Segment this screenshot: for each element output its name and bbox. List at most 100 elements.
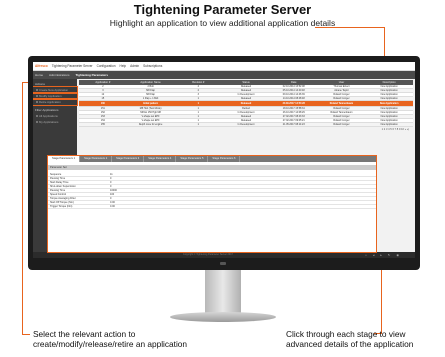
parameter-name: Pausing Time <box>50 189 66 192</box>
caption-left: Select the relevant action to create/mod… <box>33 329 187 349</box>
table-cell: Roland Tannenbaum <box>329 102 354 105</box>
tab-home[interactable]: Home <box>35 73 43 77</box>
table-cell: Released <box>240 119 252 122</box>
forward-icon[interactable]: ▸ <box>380 253 388 257</box>
table-cell: New Application <box>380 93 398 96</box>
table-cell: V-shape set EPF <box>141 115 160 118</box>
monitor-stand-base <box>170 312 276 322</box>
table-cell: New Application <box>380 107 398 110</box>
radio-icon <box>36 115 38 117</box>
table-cell: New Application <box>380 119 398 122</box>
parameter-value: 100 <box>110 193 115 196</box>
table-cell: 1 <box>197 97 199 100</box>
table-cell: Released <box>240 85 252 88</box>
caption-right: Click through each stage to view advance… <box>286 329 413 349</box>
tab-tightening-parameters[interactable]: Tightening Parameters <box>76 73 108 77</box>
table-cell: Roland Conger <box>333 123 350 126</box>
tab-stage-4[interactable]: Stage Parameters 4 <box>144 156 177 162</box>
table-cell: New Application <box>380 123 398 126</box>
table-cell: 153 <box>100 115 105 118</box>
table-cell: Depth cone for engine <box>138 123 163 126</box>
table-cell: 1 <box>197 115 199 118</box>
table-cell: M8 Flap <box>146 93 155 96</box>
table-cell: 1 <box>197 102 199 105</box>
table-cell: 12 <box>101 93 105 96</box>
table-cell: In Development <box>237 123 255 126</box>
tab-stage-5[interactable]: Stage Parameters 5 <box>176 156 209 162</box>
edit-icon <box>36 95 38 97</box>
parameter-name: Sequence <box>50 173 62 176</box>
grid-pager[interactable]: 1 2 3 4 5 6 7 8 9 10 » »| <box>79 127 413 132</box>
table-cell: 05.10.2014 14:40:48 <box>282 89 305 92</box>
sidebar-action-label: Create New Application <box>39 88 69 92</box>
table-cell: M8 Hub (Test Mode) <box>139 107 162 110</box>
table-cell: Initial pattern <box>143 102 159 105</box>
menu-item-admin[interactable]: Admin <box>130 64 139 68</box>
parameter-name: Shut-down Supervision <box>50 185 76 188</box>
table-cell: 152 <box>100 111 105 114</box>
grid-body: 2 2 Bolt 4 Released 02.10.2014 13:52:08 Thoma… <box>79 85 413 127</box>
caption-right-line: Click through each stage to view <box>286 329 406 339</box>
menu-item-configuration[interactable]: Configuration <box>97 64 116 68</box>
tab-stage-3[interactable]: Stage Parameters 3 <box>112 156 145 162</box>
parameter-value: 0.00 <box>110 205 115 208</box>
table-cell: New Application <box>380 85 398 88</box>
table-cell: 2 <box>102 85 104 88</box>
table-cell: 1 <box>197 123 199 126</box>
parameter-value: 0 <box>110 177 112 180</box>
table-cell: Roland Conger <box>333 107 350 110</box>
parameter-value: 0 <box>110 185 112 188</box>
table-cell: 151 <box>100 107 105 110</box>
table-cell: 26.10.2017 14:08:29 <box>282 111 305 114</box>
sidebar-action-label: Retire Application <box>39 100 61 104</box>
user-icon[interactable]: ◉ <box>396 253 405 257</box>
application-grid: Application # Application Name Revision … <box>79 80 413 132</box>
table-cell: M8 Flap <box>146 89 155 92</box>
table-cell: New Application <box>380 111 398 114</box>
callout-line-left-foot <box>22 334 30 335</box>
tab-stage-2[interactable]: Stage Parameters 2 <box>80 156 113 162</box>
menu-item-help[interactable]: Help <box>120 64 127 68</box>
table-cell: In Development <box>237 93 255 96</box>
parameter-name: Start Off Torque (Nm) <box>50 201 74 204</box>
table-cell: 02.10.2014 13:52:08 <box>282 85 305 88</box>
sidebar-filter-mine[interactable]: My Applications <box>33 119 77 125</box>
table-cell: 1 <box>197 111 199 114</box>
tab-stage-1[interactable]: Stage Parameters 1 <box>48 156 81 162</box>
table-cell: 1 <box>197 107 199 110</box>
table-cell: 27.02.2017 08:43:33 <box>282 115 305 118</box>
table-cell: 15 <box>101 97 105 100</box>
parameter-value: 0.00 <box>110 201 115 204</box>
table-cell: Retired <box>242 107 250 110</box>
parameter-value: 10000 <box>110 189 117 192</box>
sidebar-filter-header: Filter Applications <box>35 108 59 112</box>
app-logo: Alfresco <box>35 64 48 68</box>
table-cell: 18.10.2017 15:58:34 <box>282 107 305 110</box>
caption-right-line: advanced details of the application <box>286 339 414 349</box>
table-cell: Released <box>240 102 252 105</box>
parameter-list: Sequence 11 Pausing Time 0 Start Delay Time 0… <box>48 173 376 209</box>
sidebar-action-label: Modify Application <box>39 94 62 98</box>
sidebar-filter-label: My Applications <box>39 120 59 124</box>
table-cell: New Application <box>380 89 398 92</box>
radio-icon <box>36 121 38 123</box>
parameter-name: Start Delay Time <box>50 181 69 184</box>
page-title: Tightening Parameter Server <box>133 2 312 17</box>
table-cell: V-shape set EPF <box>141 119 160 122</box>
tab-administrations[interactable]: Administrations <box>49 73 70 77</box>
table-cell: New Application <box>380 97 398 100</box>
menu-item-subscriptions[interactable]: Subscriptions <box>143 64 162 68</box>
table-cell: 09.10.2014 14:46:39 <box>282 93 305 96</box>
parameter-name: Torque Averaging Filter <box>50 197 76 200</box>
table-cell: 1 <box>197 119 199 122</box>
menu-item-app[interactable]: Tightening Parameter Server <box>52 64 93 68</box>
menu-bar: Alfresco Tightening Parameter Server Con… <box>33 62 415 71</box>
parameter-value: 0 <box>110 197 112 200</box>
table-cell: New Application <box>380 115 398 118</box>
home-icon[interactable]: ⌂ <box>365 253 373 257</box>
table-cell: New Application <box>379 102 399 105</box>
table-cell: 160 <box>100 102 105 105</box>
table-cell: 14.10.2014 08:48:48 <box>282 97 305 100</box>
table-cell: 154 <box>100 119 105 122</box>
tab-stage-6[interactable]: Stage Parameters 6 <box>208 156 241 162</box>
